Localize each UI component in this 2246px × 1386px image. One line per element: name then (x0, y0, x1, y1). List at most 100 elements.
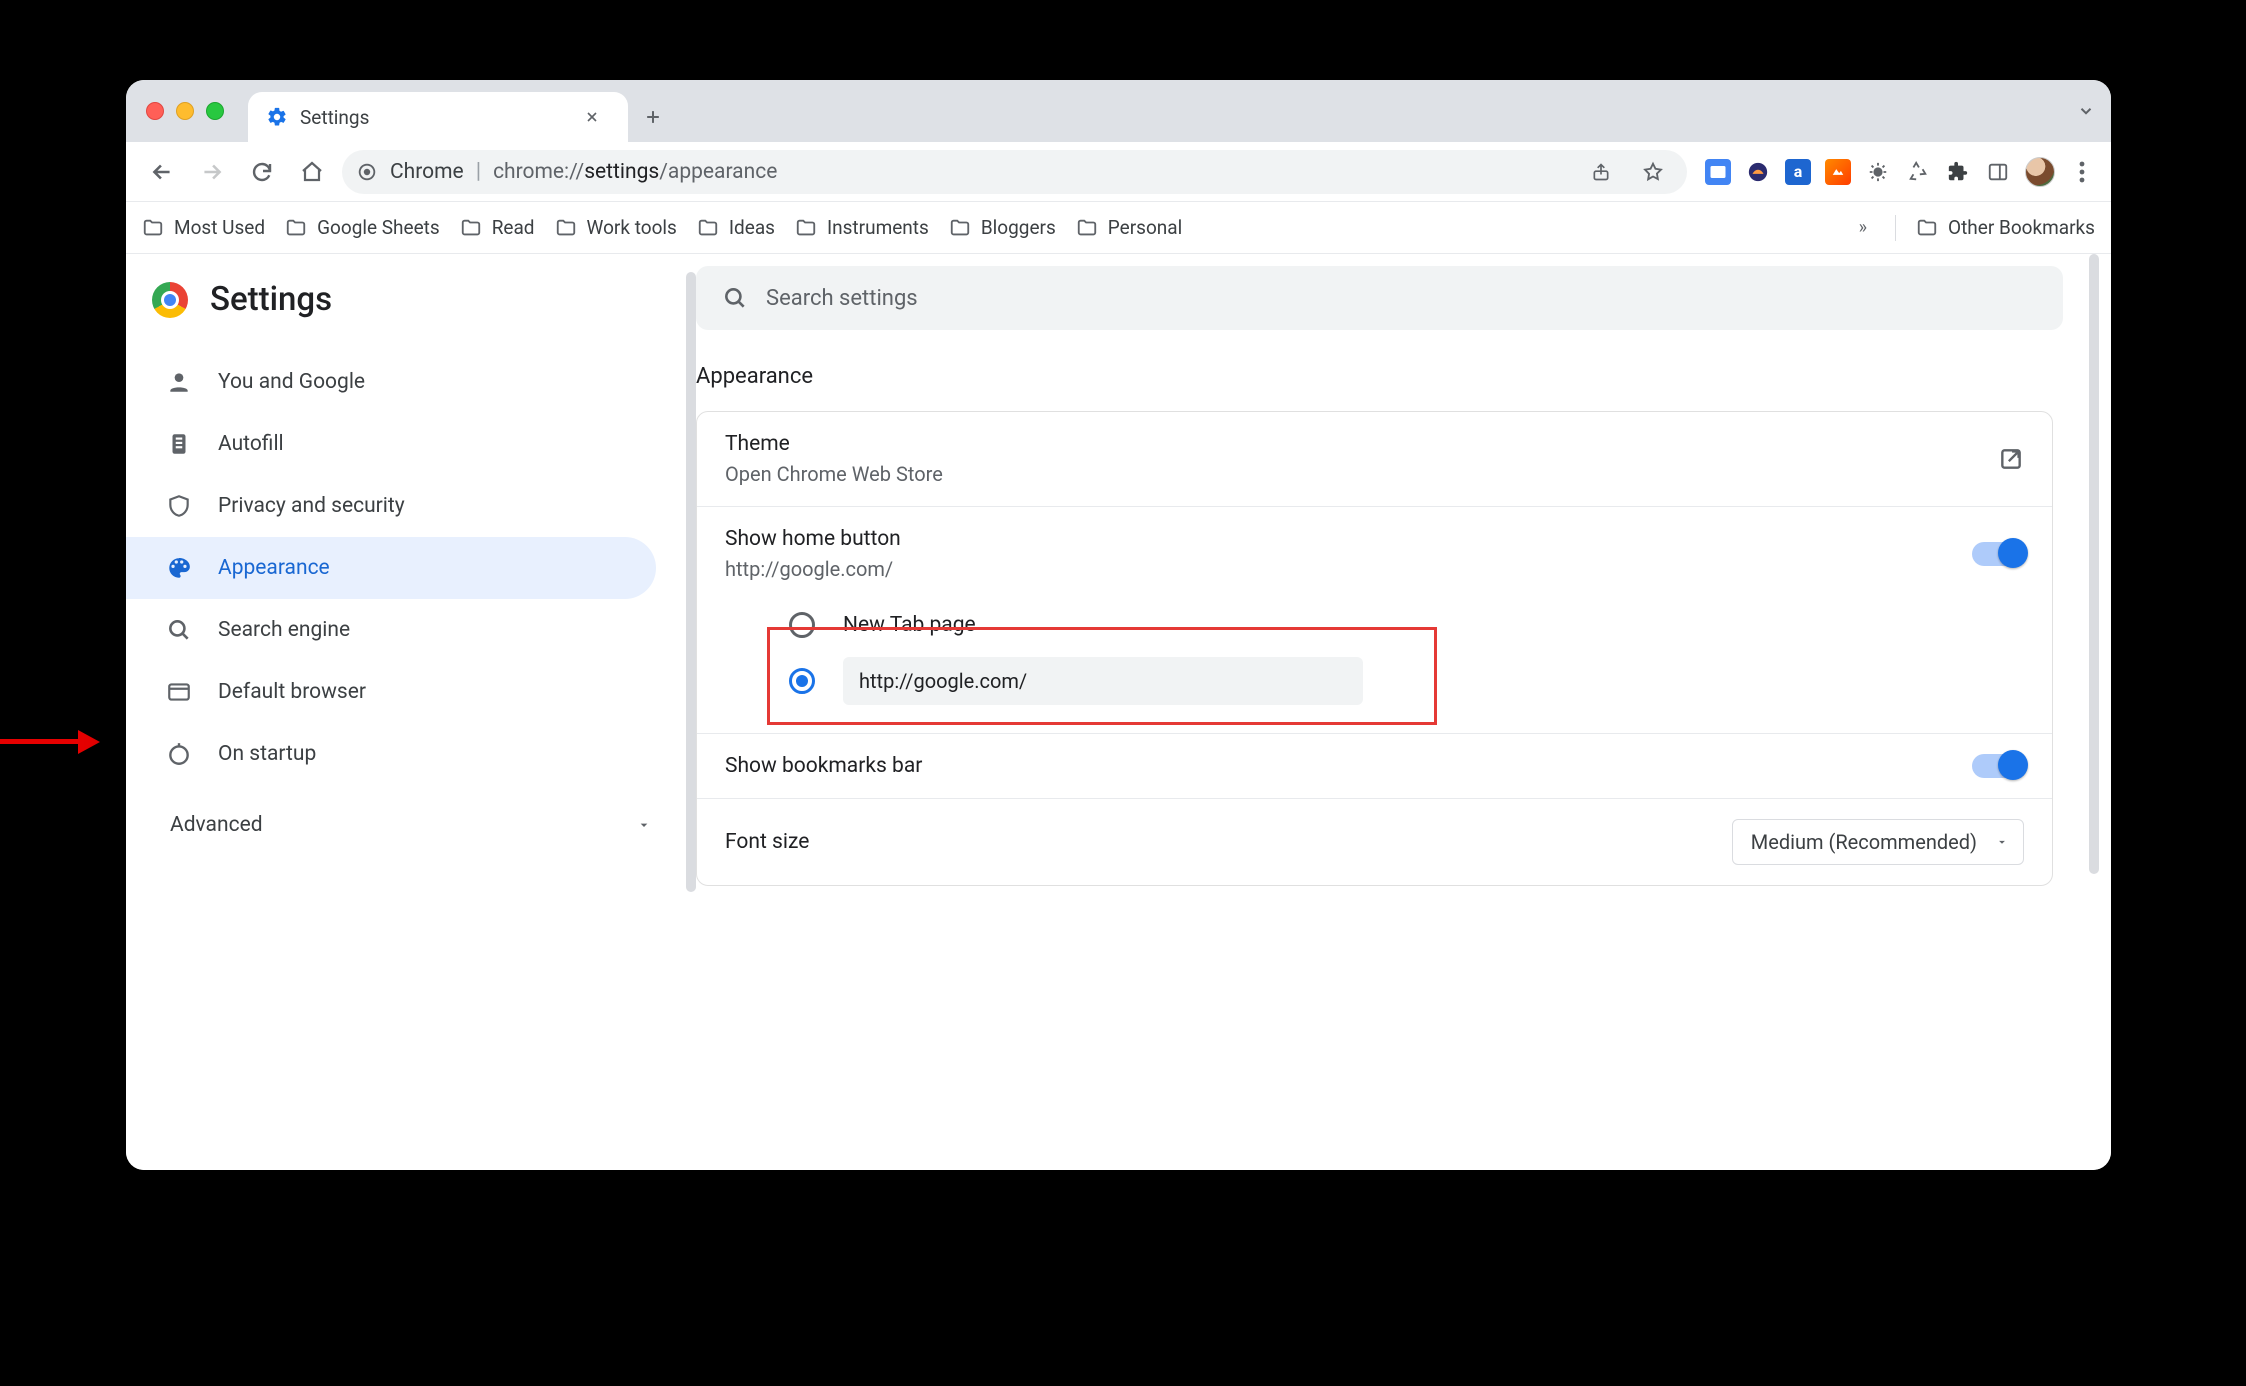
extension-google-translate-icon[interactable] (1705, 159, 1731, 185)
bookmark-label: Other Bookmarks (1948, 216, 2095, 239)
forward-button[interactable] (192, 152, 232, 192)
home-custom-url-input[interactable]: http://google.com/ (843, 657, 1363, 705)
extension-ahrefs-icon[interactable]: a (1785, 159, 1811, 185)
divider (1895, 215, 1896, 241)
row-font-size: Font size Medium (Recommended) (697, 799, 2052, 885)
bookmark-folder[interactable]: Read (460, 216, 535, 239)
open-external-icon[interactable] (1998, 446, 2024, 472)
row-bookmarksbar-title: Show bookmarks bar (725, 754, 922, 778)
home-button[interactable] (292, 152, 332, 192)
bookmark-folder[interactable]: Instruments (795, 216, 929, 239)
bookmark-folder[interactable]: Google Sheets (285, 216, 440, 239)
main-scrollbar[interactable] (2089, 254, 2099, 874)
bookmarks-bar: Most Used Google Sheets Read Work tools … (126, 202, 2111, 254)
row-theme[interactable]: Theme Open Chrome Web Store (697, 412, 2052, 507)
chevron-down-icon (636, 817, 652, 833)
sidebar-item-search-engine[interactable]: Search engine (126, 599, 656, 661)
tab-title: Settings (300, 106, 572, 129)
sidebar-item-label: Autofill (218, 432, 284, 456)
gear-icon (266, 106, 288, 128)
bookmark-folder[interactable]: Bloggers (949, 216, 1056, 239)
back-button[interactable] (142, 152, 182, 192)
site-info-icon[interactable] (356, 161, 378, 183)
bookmark-label: Work tools (587, 216, 677, 239)
extension-orange-icon[interactable] (1825, 159, 1851, 185)
tabs-dropdown-button[interactable] (2061, 80, 2111, 142)
chrome-window: Settings Chrome | chrome:// (126, 80, 2111, 1170)
search-settings-input[interactable]: Search settings (696, 266, 2063, 330)
row-theme-title: Theme (725, 432, 943, 456)
sidebar-item-autofill[interactable]: Autofill (126, 413, 656, 475)
bookmark-label: Read (492, 216, 535, 239)
sidebar-advanced-toggle[interactable]: Advanced (126, 785, 696, 837)
minimize-window-button[interactable] (176, 102, 194, 120)
sidebar-item-label: Default browser (218, 680, 366, 704)
row-fontsize-title: Font size (725, 830, 809, 854)
browser-tab-settings[interactable]: Settings (248, 92, 628, 142)
bookmark-label: Google Sheets (317, 216, 440, 239)
sidebar-item-label: On startup (218, 742, 316, 766)
settings-nav: You and Google Autofill Privacy and secu… (126, 345, 696, 785)
bookmarks-overflow-button[interactable]: » (1851, 217, 1875, 238)
window-controls (146, 80, 248, 142)
row-theme-sub: Open Chrome Web Store (725, 462, 943, 486)
sidebar-item-label: Privacy and security (218, 494, 405, 518)
other-bookmarks-folder[interactable]: Other Bookmarks (1916, 216, 2095, 239)
settings-brand: Settings (126, 272, 696, 345)
row-home-button: Show home button http://google.com/ New … (697, 507, 2052, 734)
extension-icons: a (1697, 157, 2095, 187)
extension-bug-icon[interactable] (1865, 159, 1891, 185)
omnibox-prefix: Chrome (390, 160, 464, 184)
search-placeholder: Search settings (766, 286, 918, 311)
sidebar-item-label: Search engine (218, 618, 350, 642)
share-icon[interactable] (1581, 152, 1621, 192)
font-size-select[interactable]: Medium (Recommended) (1732, 819, 2024, 865)
row-home-sub: http://google.com/ (725, 557, 901, 581)
toolbar: Chrome | chrome://settings/appearance a (126, 142, 2111, 202)
new-tab-button[interactable] (628, 92, 678, 142)
toggle-show-bookmarks-bar[interactable] (1972, 754, 2024, 778)
bookmark-label: Instruments (827, 216, 929, 239)
bookmark-label: Ideas (729, 216, 775, 239)
sidebar-item-you-and-google[interactable]: You and Google (126, 351, 656, 413)
bookmark-folder[interactable]: Work tools (555, 216, 677, 239)
sidebar-item-privacy-security[interactable]: Privacy and security (126, 475, 656, 537)
sidebar-item-default-browser[interactable]: Default browser (126, 661, 656, 723)
bookmark-label: Bloggers (981, 216, 1056, 239)
radio-label-newtab: New Tab page (843, 613, 976, 637)
bookmark-folder[interactable]: Personal (1076, 216, 1182, 239)
profile-avatar[interactable] (2025, 157, 2055, 187)
reload-button[interactable] (242, 152, 282, 192)
extension-similarweb-icon[interactable] (1745, 159, 1771, 185)
bookmark-folder[interactable]: Most Used (142, 216, 265, 239)
extensions-puzzle-icon[interactable] (1945, 159, 1971, 185)
chevron-down-icon (1995, 835, 2009, 849)
address-bar[interactable]: Chrome | chrome://settings/appearance (342, 150, 1687, 194)
sidebar-item-on-startup[interactable]: On startup (126, 723, 656, 785)
appearance-card: Theme Open Chrome Web Store Show home bu… (696, 411, 2053, 886)
chrome-logo-icon (152, 282, 188, 318)
side-panel-icon[interactable] (1985, 159, 2011, 185)
search-icon (722, 285, 748, 311)
bookmark-label: Personal (1108, 216, 1182, 239)
fullscreen-window-button[interactable] (206, 102, 224, 120)
radio-icon (789, 668, 815, 694)
omnibox-url: chrome://settings/appearance (493, 160, 777, 184)
chrome-menu-button[interactable] (2069, 159, 2095, 185)
settings-title: Settings (210, 280, 332, 319)
tab-strip: Settings (126, 80, 2111, 142)
toggle-show-home-button[interactable] (1972, 542, 2024, 566)
bookmark-star-icon[interactable] (1633, 152, 1673, 192)
close-window-button[interactable] (146, 102, 164, 120)
sidebar-item-appearance[interactable]: Appearance (126, 537, 656, 599)
extension-recycle-icon[interactable] (1905, 159, 1931, 185)
radio-new-tab-page[interactable]: New Tab page (789, 597, 2024, 653)
radio-custom-url[interactable]: http://google.com/ (789, 653, 2024, 709)
sidebar-advanced-label: Advanced (170, 813, 263, 837)
section-title-appearance: Appearance (696, 354, 2111, 411)
close-tab-button[interactable] (584, 109, 612, 125)
sidebar-scrollbar[interactable] (686, 272, 696, 892)
bookmark-folder[interactable]: Ideas (697, 216, 775, 239)
row-show-bookmarks-bar: Show bookmarks bar (697, 734, 2052, 799)
settings-content: Settings You and Google Autofill Privacy… (126, 254, 2111, 1170)
